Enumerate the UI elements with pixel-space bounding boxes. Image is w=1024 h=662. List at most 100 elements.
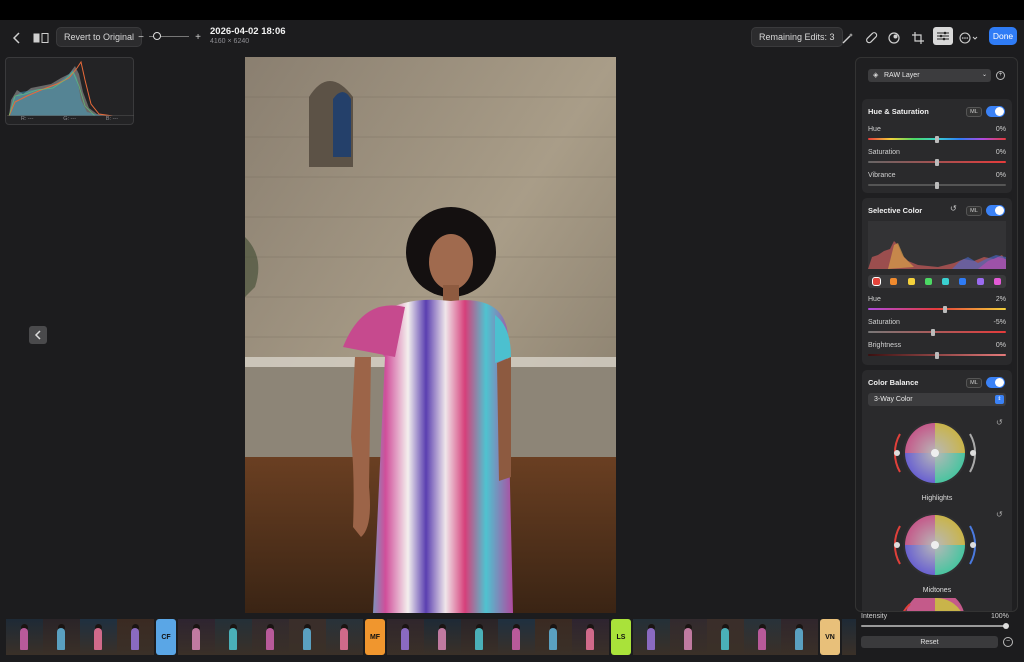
- filmstrip-group-tag[interactable]: CF: [156, 619, 176, 655]
- sc-hue-value: 2%: [995, 296, 1006, 303]
- remove-icon[interactable]: −: [1003, 637, 1013, 647]
- color-swatch[interactable]: [924, 278, 932, 285]
- reset-button[interactable]: Reset: [861, 636, 998, 648]
- filmstrip-thumbnail[interactable]: [178, 619, 215, 655]
- zoom-out-icon[interactable]: −: [137, 28, 145, 46]
- filmstrip-thumbnail[interactable]: [498, 619, 535, 655]
- filmstrip-thumbnail[interactable]: [535, 619, 572, 655]
- color-swatch[interactable]: [993, 278, 1001, 285]
- filmstrip-thumbnail[interactable]: [633, 619, 670, 655]
- done-button[interactable]: Done: [989, 27, 1017, 45]
- histogram: R: --- G: --- B: ---: [5, 57, 134, 125]
- zoom-in-icon[interactable]: +: [194, 28, 202, 46]
- saturation-value: 0%: [995, 149, 1006, 156]
- filmstrip-thumbnail[interactable]: [744, 619, 781, 655]
- ml-button[interactable]: ML: [966, 378, 982, 388]
- reset-selective-icon[interactable]: ↺: [950, 204, 957, 213]
- filmstrip-thumbnail[interactable]: [326, 619, 363, 655]
- ml-button[interactable]: ML: [966, 206, 982, 216]
- intensity-slider-knob[interactable]: [1003, 623, 1009, 629]
- color-balance-mode-select[interactable]: 3-Way Color ⇕: [868, 393, 1006, 406]
- filmstrip-thumbnail[interactable]: [43, 619, 80, 655]
- vibrance-slider-knob[interactable]: [935, 181, 939, 189]
- thumbnail-figure: [684, 628, 692, 650]
- photo-editor-app: Revert to Original − + 2026-04-02 18:06 …: [0, 20, 1024, 662]
- vibrance-slider[interactable]: [868, 181, 1006, 189]
- hue-saturation-toggle[interactable]: [986, 106, 1005, 117]
- sc-brightness-slider-knob[interactable]: [935, 351, 939, 359]
- bandage-icon[interactable]: [863, 29, 881, 47]
- selective-color-toggle[interactable]: [986, 205, 1005, 216]
- sc-hue-slider[interactable]: [868, 305, 1006, 313]
- sc-brightness-value: 0%: [995, 342, 1006, 349]
- hue-slider-knob[interactable]: [935, 135, 939, 143]
- filmstrip-thumbnail[interactable]: [252, 619, 289, 655]
- saturation-slider-knob[interactable]: [935, 158, 939, 166]
- reset-midtones-icon[interactable]: ↺: [996, 510, 1003, 519]
- color-balance-toggle[interactable]: [986, 377, 1005, 388]
- filmstrip-thumbnail[interactable]: [215, 619, 252, 655]
- zoom-slider[interactable]: [149, 32, 189, 40]
- adjustments-icon[interactable]: [933, 27, 953, 45]
- filmstrip-thumbnail[interactable]: [117, 619, 154, 655]
- filmstrip-group-tag[interactable]: MF: [365, 619, 385, 655]
- histogram-graph: [7, 60, 134, 116]
- compare-icon[interactable]: [32, 29, 50, 47]
- color-swatch[interactable]: [872, 277, 882, 286]
- filmstrip-thumbnail[interactable]: [80, 619, 117, 655]
- filmstrip-thumbnail[interactable]: [572, 619, 609, 655]
- layers-icon: ◈: [873, 72, 879, 79]
- sc-saturation-label: Saturation: [868, 319, 900, 326]
- previous-photo-button[interactable]: [29, 326, 47, 344]
- main-photo[interactable]: [245, 57, 616, 613]
- sc-hue-slider-knob[interactable]: [943, 305, 948, 313]
- filmstrip: CF MF LS VN: [6, 619, 856, 655]
- sc-saturation-slider[interactable]: [868, 328, 1006, 336]
- filmstrip-group-tag[interactable]: LS: [611, 619, 631, 655]
- color-swatch[interactable]: [890, 278, 898, 285]
- revert-button[interactable]: Revert to Original: [56, 27, 143, 47]
- color-swatch[interactable]: [907, 278, 915, 285]
- filmstrip-thumbnail[interactable]: [289, 619, 326, 655]
- color-balance-section: Color Balance ML 3-Way Color ⇕ ↺ Highlig…: [862, 370, 1012, 612]
- color-swatch[interactable]: [959, 278, 967, 285]
- thumbnail-figure: [229, 628, 237, 650]
- crop-icon[interactable]: [909, 29, 927, 47]
- thumbnail-figure: [586, 628, 594, 650]
- photo-title-date: 2026-04-02 18:06: [210, 26, 286, 37]
- more-options-icon[interactable]: [958, 29, 982, 47]
- selective-color-section: Selective Color ↺ ML Hue 2% Saturation -…: [862, 198, 1012, 365]
- filmstrip-thumbnail[interactable]: [6, 619, 43, 655]
- filmstrip-thumbnail[interactable]: [424, 619, 461, 655]
- saturation-slider[interactable]: [868, 158, 1006, 166]
- magic-wand-icon[interactable]: [839, 29, 857, 47]
- filmstrip-group-tag[interactable]: VN: [820, 619, 840, 655]
- shadows-wheel[interactable]: [890, 598, 980, 612]
- remaining-edits-badge: Remaining Edits: 3: [751, 27, 843, 47]
- highlights-wheel[interactable]: [890, 414, 980, 492]
- filmstrip-thumbnail[interactable]: [781, 619, 818, 655]
- filmstrip-thumbnail[interactable]: [461, 619, 498, 655]
- ml-button[interactable]: ML: [966, 107, 982, 117]
- intensity-slider[interactable]: [861, 623, 1009, 629]
- filmstrip-thumbnail[interactable]: [670, 619, 707, 655]
- thumbnail-figure: [795, 628, 803, 650]
- hue-value: 0%: [995, 126, 1006, 133]
- midtones-label: Midtones: [922, 587, 952, 594]
- filmstrip-thumbnail[interactable]: [842, 619, 856, 655]
- filmstrip-thumbnail[interactable]: [707, 619, 744, 655]
- sc-brightness-slider[interactable]: [868, 351, 1006, 359]
- filmstrip-thumbnail[interactable]: [387, 619, 424, 655]
- color-swatch[interactable]: [976, 278, 984, 285]
- highlights-label: Highlights: [921, 495, 953, 502]
- green-readout: G: ---: [63, 116, 77, 122]
- add-layer-icon[interactable]: +: [996, 71, 1005, 80]
- midtones-wheel[interactable]: [890, 506, 980, 584]
- back-icon[interactable]: [10, 29, 24, 47]
- reset-highlights-icon[interactable]: ↺: [996, 418, 1003, 427]
- hue-slider[interactable]: [868, 135, 1006, 143]
- color-swatch[interactable]: [942, 278, 950, 285]
- effects-icon[interactable]: [885, 29, 903, 47]
- layer-select[interactable]: ◈ RAW Layer ⌄: [868, 69, 991, 82]
- sc-saturation-slider-knob[interactable]: [930, 328, 935, 336]
